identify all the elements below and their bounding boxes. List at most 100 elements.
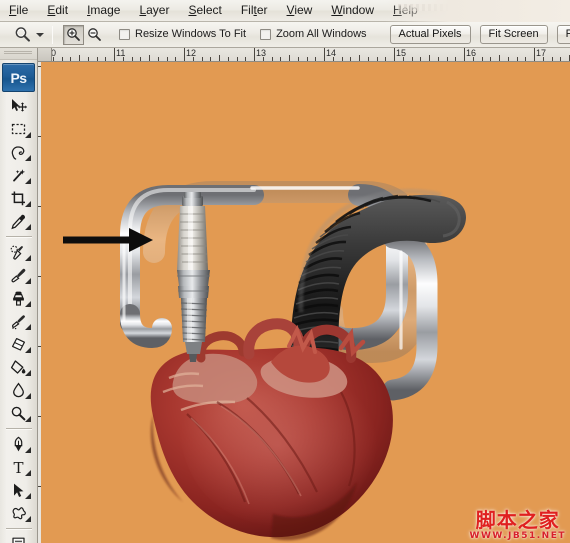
ruler-minor-tick [236, 57, 238, 61]
resize-windows-to-fit-label: Resize Windows To Fit [135, 28, 247, 40]
ruler-minor-tick [140, 57, 142, 61]
menu-item-image[interactable]: Image [78, 1, 129, 20]
ruler-minor-tick [446, 57, 448, 61]
ruler-minor-tick [87, 57, 89, 61]
tool-brush[interactable] [4, 264, 34, 287]
tool-gradient[interactable] [4, 356, 34, 379]
ruler-minor-tick [271, 57, 273, 61]
ruler-label: 14 [326, 48, 337, 58]
tool-lasso[interactable] [4, 141, 34, 164]
fit-screen-button[interactable]: Fit Screen [479, 25, 548, 44]
ruler-minor-tick [367, 57, 369, 61]
ruler-label: 12 [186, 48, 197, 58]
resize-windows-to-fit-checkbox-row[interactable]: Resize Windows To Fit [119, 28, 246, 41]
ruler-label: 16 [466, 48, 477, 58]
ruler-minor-tick [385, 57, 387, 61]
ruler-minor-tick [52, 57, 54, 61]
tool-healing-brush[interactable] [4, 241, 34, 264]
ruler-minor-tick [490, 57, 492, 61]
toolbox-drag-grip[interactable] [0, 48, 37, 60]
ruler-major-tick [394, 48, 395, 61]
flyout-triangle-icon [24, 470, 31, 476]
toolbox-panel: Ps T [0, 48, 38, 543]
zoom-in-button[interactable] [63, 24, 84, 45]
ruler-minor-tick [227, 57, 229, 61]
ruler-minor-tick [429, 55, 430, 61]
zoom-all-windows-checkbox-row[interactable]: Zoom All Windows [260, 28, 367, 41]
ruler-minor-tick [315, 57, 317, 61]
toolbox-tool-list: T [0, 94, 37, 543]
resize-windows-to-fit-checkbox[interactable] [119, 29, 130, 40]
flyout-triangle-icon [24, 447, 31, 453]
tool-magic-wand[interactable] [4, 164, 34, 187]
tool-clone-stamp[interactable] [4, 287, 34, 310]
ruler-major-tick [184, 48, 185, 61]
flyout-triangle-icon [24, 132, 31, 138]
tool-horizontal-type[interactable]: T [4, 456, 34, 479]
menu-item-select[interactable]: Select [179, 1, 230, 20]
options-bar: Resize Windows To Fit Zoom All Windows A… [0, 22, 570, 48]
zoom-mode-button-group [63, 24, 105, 45]
options-separator-1 [52, 25, 53, 44]
flyout-triangle-icon [24, 493, 31, 499]
horizontal-ruler[interactable]: »» 1011121314151617 [38, 48, 570, 62]
ruler-origin-corner[interactable] [38, 48, 52, 62]
tool-dodge[interactable] [4, 402, 34, 425]
ruler-minor-tick [420, 57, 422, 61]
menu-item-file[interactable]: File [0, 1, 37, 20]
zoom-tool-preset-icon[interactable] [14, 25, 31, 45]
ruler-minor-tick [245, 57, 247, 61]
ruler-minor-tick [306, 57, 308, 61]
zoom-out-button[interactable] [84, 25, 105, 45]
ruler-minor-tick [359, 55, 360, 61]
flyout-triangle-icon [24, 155, 31, 161]
tool-notes[interactable] [4, 533, 34, 543]
ruler-minor-tick [402, 57, 404, 61]
ruler-minor-tick [61, 57, 63, 61]
tool-move[interactable] [4, 95, 34, 118]
flyout-triangle-icon [24, 324, 31, 330]
tool-preset-dropdown-arrow[interactable] [36, 32, 44, 37]
tool-custom-shape[interactable] [4, 502, 34, 525]
ruler-minor-tick [201, 57, 203, 61]
tool-path-selection[interactable] [4, 479, 34, 502]
ruler-minor-tick [507, 57, 509, 61]
zoom-all-windows-checkbox[interactable] [260, 29, 272, 40]
print-size-button[interactable]: Print Size [556, 25, 570, 44]
flyout-triangle-icon [24, 347, 31, 353]
ruler-major-tick [534, 48, 535, 61]
ruler-minor-tick [122, 57, 124, 61]
svg-text:T: T [13, 459, 23, 476]
document-canvas[interactable]: 脚本之家 WWW.JB51.NET [41, 62, 570, 543]
tool-eyedropper[interactable] [4, 210, 34, 233]
menu-item-window[interactable]: Window [322, 1, 383, 20]
menu-bar: File Edit Image Layer Select Filter View… [0, 0, 570, 22]
actual-pixels-button[interactable]: Actual Pixels [389, 25, 471, 44]
ruler-minor-tick [192, 57, 194, 61]
ruler-minor-tick [79, 55, 80, 61]
ruler-minor-tick [341, 57, 343, 61]
ruler-minor-tick [525, 57, 527, 61]
flyout-triangle-icon [24, 301, 31, 307]
flyout-triangle-icon [24, 393, 31, 399]
tool-pen[interactable] [4, 433, 34, 456]
menubar-faded-region [398, 4, 518, 11]
tool-blur[interactable] [4, 379, 34, 402]
menu-item-filter[interactable]: Filter [232, 1, 277, 20]
flyout-triangle-icon [24, 178, 31, 184]
ruler-major-tick [254, 48, 255, 61]
ruler-minor-tick [149, 55, 150, 61]
menu-item-edit[interactable]: Edit [38, 1, 77, 20]
ruler-minor-tick [289, 55, 290, 61]
flyout-triangle-icon [24, 278, 31, 284]
menu-item-layer[interactable]: Layer [130, 1, 178, 20]
ruler-minor-tick [96, 57, 98, 61]
tool-rectangular-marquee[interactable] [4, 118, 34, 141]
ruler-minor-tick [166, 57, 168, 61]
ruler-minor-tick [350, 57, 352, 61]
flyout-triangle-icon [24, 201, 31, 207]
tool-eraser[interactable] [4, 333, 34, 356]
tool-crop[interactable] [4, 187, 34, 210]
tool-history-brush[interactable] [4, 310, 34, 333]
menu-item-view[interactable]: View [278, 1, 322, 20]
